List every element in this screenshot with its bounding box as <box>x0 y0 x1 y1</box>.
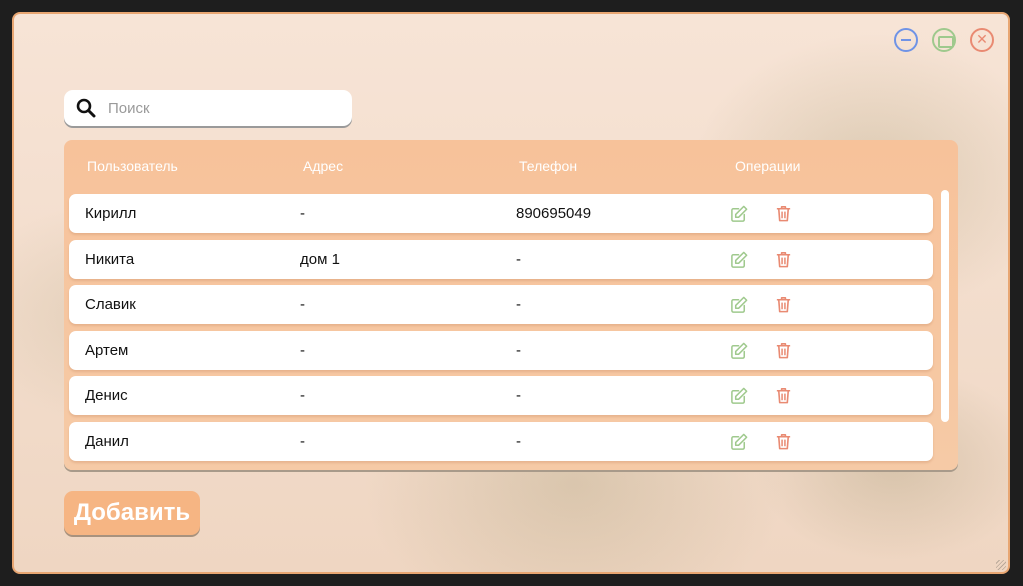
cell-phone: - <box>516 433 521 450</box>
trash-icon[interactable] <box>774 295 793 314</box>
cell-address: - <box>300 205 305 222</box>
resize-grip[interactable] <box>996 560 1006 570</box>
cell-address: - <box>300 387 305 405</box>
trash-icon[interactable] <box>774 204 793 223</box>
minimize-button[interactable] <box>894 28 918 52</box>
table-row[interactable]: Никита дом 1 - <box>69 239 933 279</box>
edit-icon[interactable] <box>730 295 749 314</box>
app-window: ✕ Пользователь Адрес Телефон Операции Ки… <box>12 12 1010 574</box>
cell-phone: - <box>516 250 521 268</box>
add-button[interactable]: Добавить <box>64 491 200 535</box>
cell-user: Славик <box>85 296 136 314</box>
table-row[interactable]: Славик - - <box>69 285 933 325</box>
trash-icon[interactable] <box>774 250 793 269</box>
maximize-button[interactable] <box>932 28 956 52</box>
trash-icon[interactable] <box>774 386 793 405</box>
cell-phone: 890695049 <box>516 205 592 222</box>
cell-phone: - <box>516 296 521 314</box>
scrollbar[interactable] <box>941 190 949 422</box>
edit-icon[interactable] <box>730 250 749 269</box>
cell-user: Кирилл <box>85 205 137 222</box>
trash-icon[interactable] <box>774 432 793 451</box>
window-controls: ✕ <box>894 28 994 52</box>
edit-icon[interactable] <box>730 204 749 223</box>
table-header: Пользователь Адрес Телефон Операции <box>64 140 958 192</box>
cell-phone: - <box>516 387 521 405</box>
column-header-phone: Телефон <box>519 158 578 174</box>
search-input[interactable] <box>108 99 328 117</box>
search-box <box>64 90 352 126</box>
table-row[interactable]: Денис - - <box>69 376 933 416</box>
search-icon <box>76 98 96 118</box>
cell-user: Данил <box>85 433 129 450</box>
column-header-user: Пользователь <box>87 158 178 174</box>
cell-user: Денис <box>85 387 128 405</box>
cell-phone: - <box>516 341 521 359</box>
edit-icon[interactable] <box>730 341 749 360</box>
users-table: Пользователь Адрес Телефон Операции Кири… <box>64 140 958 470</box>
cell-user: Артем <box>85 341 129 359</box>
cell-address: - <box>300 296 305 314</box>
trash-icon[interactable] <box>774 341 793 360</box>
cell-address: дом 1 <box>300 250 340 268</box>
cell-address: - <box>300 433 305 450</box>
table-row[interactable]: Данил - - <box>69 422 933 461</box>
table-row[interactable]: Артем - - <box>69 330 933 370</box>
edit-icon[interactable] <box>730 432 749 451</box>
column-header-operations: Операции <box>735 158 801 174</box>
cell-user: Никита <box>85 250 135 268</box>
table-row[interactable]: Кирилл - 890695049 <box>69 194 933 233</box>
column-header-address: Адрес <box>303 158 344 174</box>
edit-icon[interactable] <box>730 386 749 405</box>
close-button[interactable]: ✕ <box>970 28 994 52</box>
cell-address: - <box>300 341 305 359</box>
